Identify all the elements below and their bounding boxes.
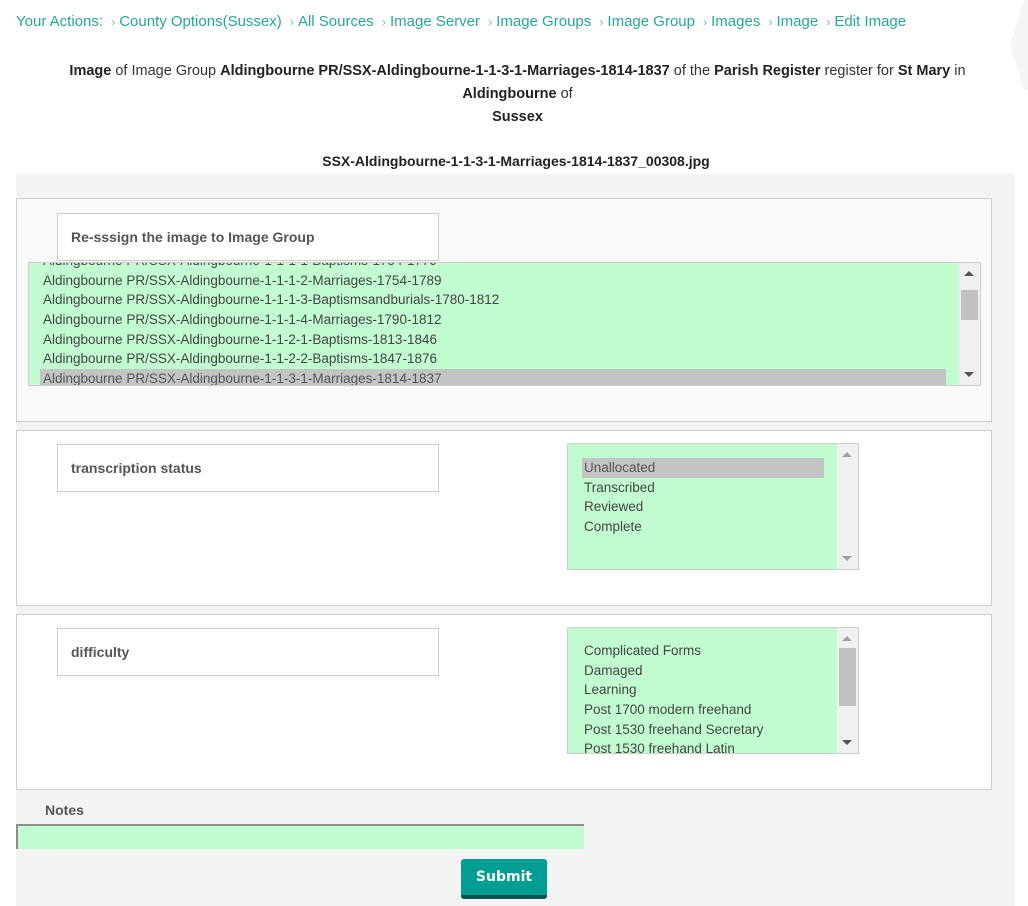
- breadcrumb-separator: ›: [381, 15, 386, 29]
- image-filename: SSX-Aldingbourne-1-1-3-1-Marriages-1814-…: [322, 153, 710, 169]
- heading-part: of: [556, 86, 573, 102]
- breadcrumb-separator: ›: [289, 15, 294, 29]
- reassign-option[interactable]: Aldingbourne PR/SSX-Aldingbourne-1-1-1-3…: [29, 290, 946, 310]
- reassign-option[interactable]: Aldingbourne PR/SSX-Aldingbourne-1-1-1-2…: [29, 271, 946, 291]
- breadcrumb-images[interactable]: Images: [711, 13, 760, 30]
- breadcrumb: Your Actions: › County Options(Sussex) › A…: [16, 13, 906, 30]
- difficulty-label: difficulty: [57, 628, 439, 676]
- image-group-select[interactable]: Aldingbourne PR/SSX-Aldingbourne-1-1-1-1…: [28, 262, 981, 386]
- breadcrumb-separator: ›: [768, 15, 773, 29]
- breadcrumb-separator: ›: [703, 15, 708, 29]
- heading-part: in: [950, 63, 966, 79]
- side-panel-chevron-icon[interactable]: [1008, 0, 1028, 90]
- status-option[interactable]: Unallocated: [582, 458, 824, 478]
- breadcrumb-image-groups[interactable]: Image Groups: [496, 13, 591, 30]
- submit-button[interactable]: Submit: [461, 859, 547, 899]
- breadcrumb-separator: ›: [488, 15, 493, 29]
- heading-county: Sussex: [492, 109, 543, 125]
- difficulty-option[interactable]: Post 1700 modern freehand: [568, 700, 836, 720]
- heading-part: Image: [69, 63, 112, 79]
- heading-place: Aldingbourne: [462, 86, 557, 102]
- reassign-option[interactable]: Aldingbourne PR/SSX-Aldingbourne-1-1-1-1…: [29, 263, 946, 271]
- heading-church: St Mary: [897, 63, 951, 79]
- reassign-option[interactable]: Aldingbourne PR/SSX-Aldingbourne-1-1-2-1…: [29, 330, 946, 350]
- breadcrumb-edit-image[interactable]: Edit Image: [834, 13, 906, 30]
- reassign-option[interactable]: Aldingbourne PR/SSX-Aldingbourne-1-1-1-4…: [29, 310, 946, 330]
- notes-label: Notes: [45, 802, 84, 818]
- breadcrumb-image-group[interactable]: Image Group: [607, 13, 695, 30]
- breadcrumb-separator: ›: [826, 15, 831, 29]
- status-option[interactable]: Reviewed: [568, 497, 823, 517]
- heading-register-type: Parish Register: [714, 63, 821, 79]
- scroll-down-arrow-icon[interactable]: [964, 372, 974, 377]
- heading-part: of Image Group: [111, 63, 221, 79]
- transcription-status-label: transcription status: [57, 444, 439, 492]
- breadcrumb-separator: ›: [111, 15, 116, 29]
- status-option[interactable]: Transcribed: [568, 478, 823, 498]
- scroll-thumb[interactable]: [961, 290, 978, 320]
- reassign-panel: Re-sssign the image to Image Group Aldin…: [16, 198, 992, 422]
- transcription-status-select[interactable]: Unallocated Transcribed Reviewed Complete: [567, 443, 859, 570]
- breadcrumb-image-server[interactable]: Image Server: [390, 13, 480, 30]
- difficulty-option[interactable]: Post 1530 freehand Secretary: [568, 720, 836, 740]
- status-scrollbar[interactable]: [837, 444, 858, 569]
- scroll-thumb[interactable]: [839, 648, 856, 706]
- breadcrumb-all-sources[interactable]: All Sources: [298, 13, 374, 30]
- scroll-down-arrow-icon[interactable]: [842, 556, 852, 561]
- breadcrumb-prefix: Your Actions:: [16, 13, 104, 30]
- notes-input[interactable]: [16, 824, 584, 849]
- difficulty-option[interactable]: Complicated Forms: [568, 641, 836, 661]
- reassign-option[interactable]: Aldingbourne PR/SSX-Aldingbourne-1-1-2-2…: [29, 349, 946, 369]
- page-heading: Image of Image Group Aldingbourne PR/SSX…: [30, 60, 1005, 129]
- difficulty-select[interactable]: Complicated Forms Damaged Learning Post 170…: [567, 627, 859, 754]
- heading-image-group: Aldingbourne PR/SSX-Aldingbourne-1-1-3-1…: [220, 63, 670, 79]
- breadcrumb-county-options[interactable]: County Options(Sussex): [119, 13, 282, 30]
- status-option[interactable]: Complete: [568, 517, 823, 537]
- breadcrumb-separator: ›: [599, 15, 604, 29]
- breadcrumb-image[interactable]: Image: [777, 13, 819, 30]
- scroll-up-arrow-icon[interactable]: [964, 271, 974, 276]
- difficulty-option[interactable]: Learning: [568, 680, 836, 700]
- image-group-scrollbar[interactable]: [959, 263, 980, 385]
- transcription-status-panel: transcription status Unallocated Transcri…: [16, 430, 992, 606]
- heading-part: register for: [820, 63, 898, 79]
- heading-part: of the: [669, 63, 715, 79]
- difficulty-scrollbar[interactable]: [837, 628, 858, 753]
- scroll-up-arrow-icon[interactable]: [842, 452, 852, 457]
- scroll-up-arrow-icon[interactable]: [842, 636, 852, 641]
- reassign-label: Re-sssign the image to Image Group: [57, 213, 439, 261]
- difficulty-panel: difficulty Complicated Forms Damaged Learn…: [16, 614, 992, 790]
- reassign-option[interactable]: Aldingbourne PR/SSX-Aldingbourne-1-1-3-1…: [40, 369, 946, 385]
- difficulty-option[interactable]: Post 1530 freehand Latin: [568, 739, 836, 753]
- difficulty-option[interactable]: Damaged: [568, 661, 836, 681]
- scroll-down-arrow-icon[interactable]: [842, 740, 852, 745]
